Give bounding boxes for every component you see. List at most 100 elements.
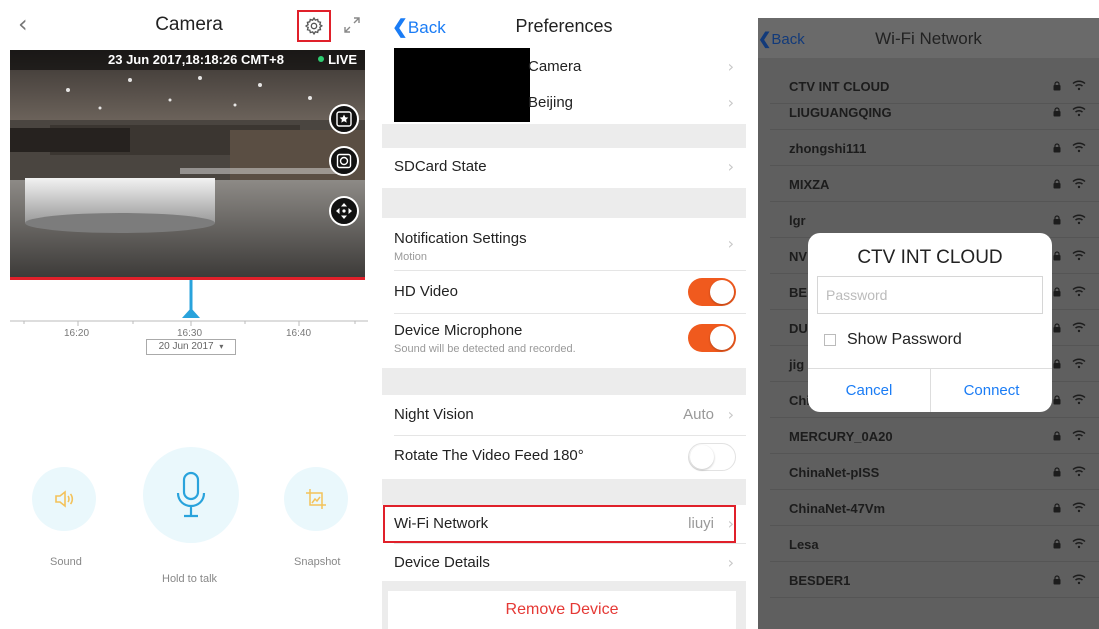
wifi-network-name: MERCURY_0A20 [789,429,893,444]
wifi-signal-icon [1072,250,1086,261]
wifi-network-item[interactable]: LIUGUANGQING [758,96,1099,130]
wifi-network-name: ChinaNet-47Vm [789,501,886,516]
wifi-network-item[interactable]: Lesa [758,528,1099,562]
notification-settings-row[interactable]: Notification Settings Motion › [382,218,746,270]
wifi-network-item[interactable]: MERCURY_0A20 [758,420,1099,454]
wifi-network-name: MIXZA [789,177,830,192]
settings-button[interactable] [297,10,331,42]
divider [770,453,1099,454]
wifi-network-name: jig [789,357,805,372]
cancel-button[interactable]: Cancel [808,369,930,412]
device-details-row[interactable]: Device Details › [382,544,746,581]
preferences-screen: ❮Back Preferences Camera › Beijing › SDC… [382,0,746,629]
wifi-title: Wi-Fi Network [875,29,982,48]
device-microphone-toggle[interactable] [688,324,736,352]
wifi-network-item[interactable]: ChinaNet-pISS [758,456,1099,490]
show-password-checkbox[interactable] [824,334,836,346]
wifi-network-item[interactable]: ChinaNet-47Vm [758,492,1099,526]
divider [770,129,1099,130]
favorite-button[interactable] [329,104,359,134]
wifi-signal-icon [1072,106,1086,117]
night-vision-label: Night Vision [394,406,474,423]
device-location: Beijing [528,94,574,111]
hold-to-talk-button[interactable] [143,447,239,543]
dialog-title: CTV INT CLOUD [857,247,1003,268]
device-details-label: Device Details [394,554,490,571]
password-field[interactable] [817,276,1043,314]
ptz-control-button[interactable] [329,196,359,226]
lock-icon [1053,539,1061,549]
hold-to-talk-label: Hold to talk [162,573,218,585]
live-label: LIVE [328,52,357,67]
lock-icon [1053,215,1061,225]
divider [770,165,1099,166]
snapshot-button[interactable] [284,467,348,531]
rotate-video-toggle[interactable] [688,443,736,471]
lock-icon [1053,359,1061,369]
wifi-signal-icon [1072,286,1086,297]
lock-icon [1053,323,1061,333]
video-timestamp: 23 Jun 2017,18:18:26 CMT+8 [108,52,284,67]
remove-device-button[interactable]: Remove Device [388,591,736,629]
device-microphone-label: Device Microphone [394,322,523,339]
password-input[interactable] [818,277,1042,313]
wifi-signal-icon [1072,430,1086,441]
dialog-actions: Cancel Connect [808,368,1052,412]
wifi-network-name: LIUGUANGQING [789,105,892,120]
wifi-signal-icon [1072,80,1086,91]
divider [770,525,1099,526]
lock-icon [1053,287,1061,297]
expand-icon[interactable] [343,16,361,34]
wifi-network-item[interactable]: MIXZA [758,168,1099,202]
wifi-network-name: BESDER1 [789,573,851,588]
device-name-row[interactable]: Camera › [382,48,746,86]
camera-nav-bar: ‹ Camera [10,0,368,50]
lock-icon [1053,143,1061,153]
wifi-signal-icon [1072,358,1086,369]
preferences-nav-bar: ❮Back Preferences [382,0,746,48]
lock-icon [1053,575,1061,585]
connect-button[interactable]: Connect [930,369,1052,412]
divider [770,597,1099,598]
date-selector[interactable]: 20 Jun 2017 ▾ [146,339,236,355]
playback-timeline[interactable] [10,280,368,370]
lock-icon [1053,107,1061,117]
lock-icon [1053,467,1061,477]
date-selector-value: 20 Jun 2017 [158,341,214,352]
wifi-network-item[interactable]: zhongshi111 [758,132,1099,166]
microphone-icon [176,471,206,518]
wifi-signal-icon [1072,142,1086,153]
divider [770,417,1099,418]
hd-video-row: HD Video [382,271,746,313]
hd-video-toggle[interactable] [688,278,736,306]
chevron-right-icon: › [727,234,734,253]
snapshot-icon [306,489,326,509]
rotate-video-label: Rotate The Video Feed 180° [394,447,584,464]
wifi-network-item[interactable]: BESDER1 [758,564,1099,598]
night-vision-value: Auto [683,406,714,423]
divider [770,201,1099,202]
wifi-network-name: zhongshi111 [789,141,867,156]
settings-group: Notification Settings Motion › HD Video … [382,218,746,368]
lock-icon [1053,431,1061,441]
wifi-signal-icon [1072,394,1086,405]
divider [770,561,1099,562]
sdcard-label: SDCard State [394,158,487,175]
timeline-tick-label: 16:20 [64,328,90,339]
wifi-signal-icon [1072,466,1086,477]
record-button[interactable] [329,146,359,176]
device-location-row[interactable]: Beijing › [382,86,746,124]
star-icon [336,111,352,127]
device-microphone-sub: Sound will be detected and recorded. [394,343,576,355]
device-microphone-row: Device Microphone Sound will be detected… [382,314,746,368]
live-video-feed[interactable]: 23 Jun 2017,18:18:26 CMT+8 LIVE [10,50,365,278]
lock-icon [1053,395,1061,405]
timeline-tick-label: 16:40 [286,328,312,339]
sound-button[interactable] [32,467,96,531]
sdcard-row[interactable]: SDCard State › [382,148,746,188]
chevron-right-icon: › [727,57,734,76]
lock-icon [1053,503,1061,513]
night-vision-row[interactable]: Night Vision Auto › [382,395,746,435]
chevron-right-icon: › [727,157,734,176]
sound-label: Sound [50,556,82,568]
